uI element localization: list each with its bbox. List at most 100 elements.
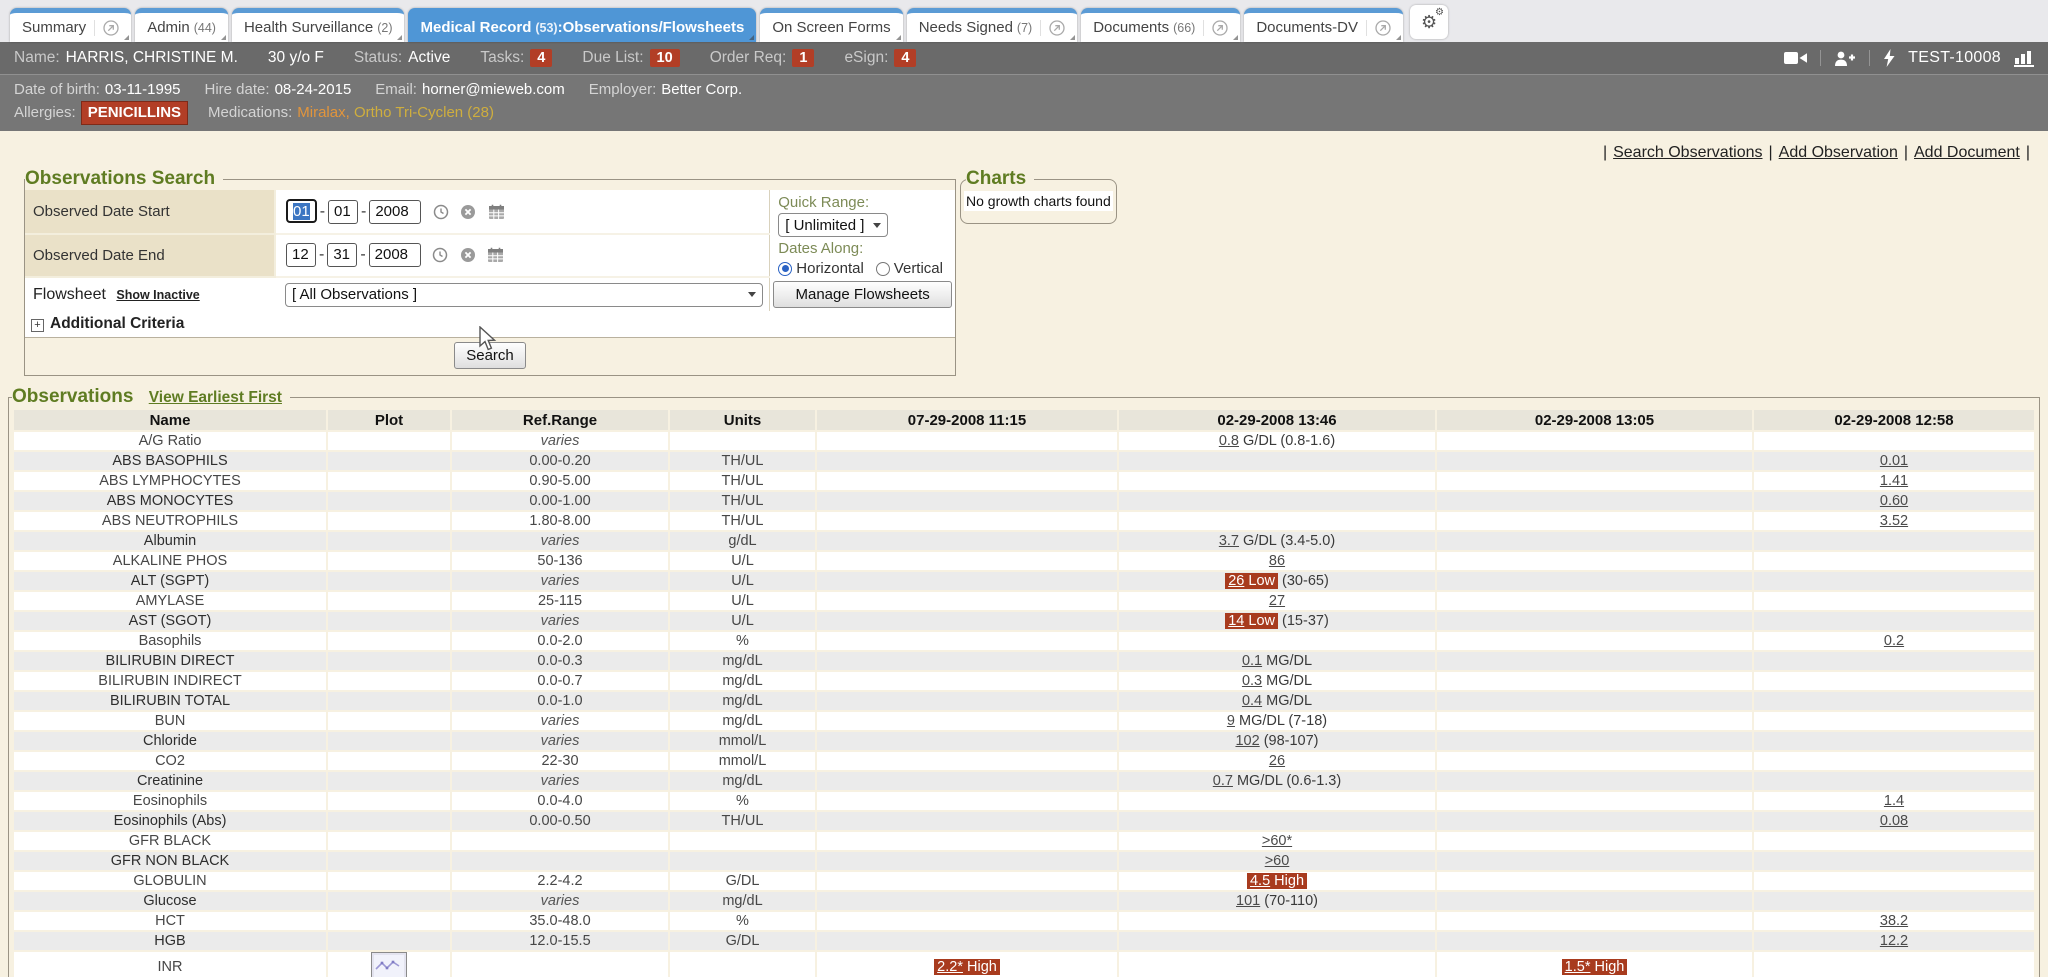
sparkline-plot-icon[interactable] xyxy=(371,952,407,977)
dates-along-radio-horizontal[interactable] xyxy=(778,262,792,276)
observation-value-link[interactable]: 0.2 xyxy=(1884,633,1904,649)
observation-value-link[interactable]: 1.4 xyxy=(1884,793,1904,809)
observation-value-cell xyxy=(1119,472,1435,490)
calendar-icon[interactable] xyxy=(487,247,504,263)
observation-value-link[interactable]: 2.2* xyxy=(937,959,963,975)
plot-cell xyxy=(328,572,450,590)
count-badge[interactable]: 4 xyxy=(530,49,552,67)
observation-value-cell: 3.52 xyxy=(1754,512,2034,530)
observation-value-cell xyxy=(817,492,1117,510)
observation-value-link[interactable]: 0.01 xyxy=(1880,453,1908,469)
manage-flowsheets-button[interactable]: Manage Flowsheets xyxy=(773,281,952,308)
observation-value-link[interactable]: 102 xyxy=(1235,733,1259,749)
observation-value-link[interactable]: 86 xyxy=(1269,553,1285,569)
observation-value-cell xyxy=(817,872,1117,890)
observation-value-link[interactable]: 26 xyxy=(1269,753,1285,769)
observations-section: Observations View Earliest First NamePlo… xyxy=(8,386,2040,977)
units: % xyxy=(670,912,815,930)
open-in-new-icon[interactable] xyxy=(94,20,119,36)
observation-value-link[interactable]: 0.3 xyxy=(1242,673,1262,689)
observation-value-link[interactable]: 4.5 xyxy=(1250,873,1270,889)
observation-value-link[interactable]: 9 xyxy=(1227,713,1235,729)
observation-value-cell xyxy=(1119,632,1435,650)
observation-value-link[interactable]: 3.7 xyxy=(1219,533,1239,549)
observation-value-link[interactable]: 0.4 xyxy=(1242,693,1262,709)
column-header-02-29-2008-13-05: 02-29-2008 13:05 xyxy=(1437,410,1752,430)
observation-name: ABS LYMPHOCYTES xyxy=(14,472,326,490)
tab-summary[interactable]: Summary xyxy=(10,8,131,42)
tab-documents-dv[interactable]: Documents-DV xyxy=(1244,8,1403,42)
observation-value-link[interactable]: 26 xyxy=(1228,573,1244,589)
tab-on-screen-forms[interactable]: On Screen Forms xyxy=(760,8,902,42)
lightning-icon[interactable] xyxy=(1883,49,1895,67)
search-observations-link[interactable]: Search Observations xyxy=(1613,144,1762,161)
units xyxy=(670,432,815,450)
medication-link[interactable]: Miralax xyxy=(297,104,345,121)
time-icon[interactable] xyxy=(432,247,448,263)
add-document-link[interactable]: Add Document xyxy=(1914,144,2020,161)
date-end-month-input[interactable]: 12 xyxy=(286,243,316,267)
medication-link[interactable]: Ortho Tri-Cyclen (28) xyxy=(354,104,494,121)
observation-name: INR xyxy=(14,952,326,977)
date-end-day-input[interactable]: 31 xyxy=(327,243,357,267)
count-badge[interactable]: 4 xyxy=(894,49,916,67)
observation-value-link[interactable]: 3.52 xyxy=(1880,513,1908,529)
observation-value-link[interactable]: >60 xyxy=(1265,853,1290,869)
flowsheet-chart-icon[interactable] xyxy=(2014,50,2034,67)
observation-value-link[interactable]: 27 xyxy=(1269,593,1285,609)
table-row: CO222-30mmol/L26 xyxy=(14,752,2034,770)
add-observation-link[interactable]: Add Observation xyxy=(1779,144,1898,161)
observation-value-link[interactable]: 12.2 xyxy=(1880,933,1908,949)
count-badge[interactable]: 1 xyxy=(792,49,814,67)
calendar-icon[interactable] xyxy=(488,204,505,220)
observation-value-link[interactable]: 101 xyxy=(1236,893,1260,909)
observation-value-link[interactable]: 38.2 xyxy=(1880,913,1908,929)
clear-date-icon[interactable] xyxy=(460,204,476,220)
video-camera-icon[interactable] xyxy=(1784,51,1807,65)
plot-cell xyxy=(328,712,450,730)
tab-documents[interactable]: Documents(66) xyxy=(1081,8,1240,42)
add-person-icon[interactable] xyxy=(1834,51,1856,66)
observation-value-link[interactable]: 0.8 xyxy=(1219,433,1239,449)
tab-health-surveillance[interactable]: Health Surveillance(2) xyxy=(232,8,405,42)
allergy-badge[interactable]: PENICILLINS xyxy=(81,101,188,125)
ref-range: varies xyxy=(452,532,668,550)
observation-value-link[interactable]: 0.1 xyxy=(1242,653,1262,669)
units: U/L xyxy=(670,612,815,630)
date-start-month-input[interactable]: 01 xyxy=(286,199,317,223)
observation-value-link[interactable]: 1.41 xyxy=(1880,473,1908,489)
view-earliest-first-link[interactable]: View Earliest First xyxy=(149,389,282,406)
observation-value-link[interactable]: 0.7 xyxy=(1213,773,1233,789)
units xyxy=(670,852,815,870)
tab-needs-signed[interactable]: Needs Signed(7) xyxy=(907,8,1078,42)
additional-criteria-toggle[interactable]: +Additional Criteria xyxy=(25,311,955,338)
observation-name: ABS NEUTROPHILS xyxy=(14,512,326,530)
observation-value-link[interactable]: 14 xyxy=(1228,613,1244,629)
plot-cell xyxy=(328,672,450,690)
date-start-day-input[interactable]: 01 xyxy=(328,200,358,224)
search-button[interactable]: Search xyxy=(454,342,526,369)
tab-admin[interactable]: Admin(44) xyxy=(135,8,228,42)
units: G/DL xyxy=(670,872,815,890)
observation-value-link[interactable]: 0.08 xyxy=(1880,813,1908,829)
tab-medical-record[interactable]: Medical Record(53):Observations/Flowshee… xyxy=(408,8,756,42)
units: mg/dL xyxy=(670,892,815,910)
open-in-new-icon[interactable] xyxy=(1040,20,1065,36)
observation-value-cell xyxy=(817,732,1117,750)
count-badge[interactable]: 10 xyxy=(650,49,680,67)
date-start-year-input[interactable]: 2008 xyxy=(369,200,421,224)
flowsheet-select[interactable]: [ All Observations ] xyxy=(285,283,763,307)
observations-search-legend: Observations Search xyxy=(25,168,223,190)
quick-range-select[interactable]: [ Unlimited ] xyxy=(778,213,888,237)
clear-date-icon[interactable] xyxy=(460,247,476,263)
time-icon[interactable] xyxy=(433,204,449,220)
observation-value-link[interactable]: >60* xyxy=(1262,833,1292,849)
settings-gear-button[interactable]: ⚙ ⚙ xyxy=(1410,5,1448,39)
open-in-new-icon[interactable] xyxy=(1203,20,1228,36)
date-end-year-input[interactable]: 2008 xyxy=(369,243,421,267)
observation-value-link[interactable]: 0.60 xyxy=(1880,493,1908,509)
observation-value-link[interactable]: 1.5* xyxy=(1565,959,1591,975)
show-inactive-link[interactable]: Show Inactive xyxy=(116,288,199,302)
dates-along-radio-vertical[interactable] xyxy=(876,262,890,276)
open-in-new-icon[interactable] xyxy=(1366,20,1391,36)
